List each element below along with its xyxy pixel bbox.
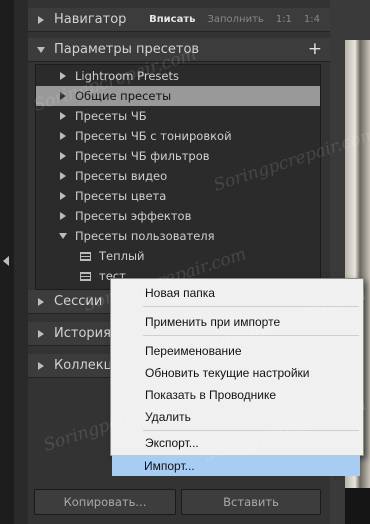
menu-separator xyxy=(143,430,359,431)
preset-folder-item[interactable]: Пресеты эффектов xyxy=(36,206,320,226)
preset-document-icon xyxy=(80,251,91,261)
folder-expand-icon[interactable] xyxy=(60,192,66,200)
copy-button[interactable]: Копировать... xyxy=(34,489,176,515)
folder-expand-icon[interactable] xyxy=(60,132,66,140)
menu-separator xyxy=(143,335,359,336)
navigator-header[interactable]: Навигатор Вписать Заполнить 1:1 1:4 xyxy=(28,8,330,32)
paste-button[interactable]: Вставить xyxy=(181,489,321,515)
nav-option-1-1[interactable]: 1:1 xyxy=(276,14,292,25)
folder-expand-icon[interactable] xyxy=(60,212,66,220)
presets-title: Параметры пресетов xyxy=(54,42,200,57)
presets-header[interactable]: Параметры пресетов + xyxy=(28,38,330,62)
sessions-title: Сессии xyxy=(54,294,103,309)
menu-item-update-settings[interactable]: Обновить текущие настройки xyxy=(113,362,361,383)
expand-triangle-icon xyxy=(38,361,44,370)
menu-item-apply-on-import[interactable]: Применить при импорте xyxy=(113,311,361,332)
preset-folder-label: Пресеты эффектов xyxy=(75,209,192,223)
preset-folder-item[interactable]: Пресеты ЧБ xyxy=(36,106,320,126)
folder-expand-icon[interactable] xyxy=(60,172,66,180)
presets-tree: Lightroom Presets Общие пресеты Пресеты … xyxy=(35,64,321,290)
preset-folder-label: Общие пресеты xyxy=(75,89,172,103)
folder-collapse-icon[interactable] xyxy=(59,233,67,239)
collapse-triangle-icon xyxy=(37,46,45,53)
user-preset-item[interactable]: Теплый xyxy=(36,246,320,266)
preset-folder-label: Пресеты ЧБ с тонировкой xyxy=(75,129,232,143)
context-menu: Новая папка Применить при импорте Переим… xyxy=(110,278,364,456)
history-title: История xyxy=(54,326,111,341)
folder-expand-icon[interactable] xyxy=(60,152,66,160)
folder-expand-icon[interactable] xyxy=(60,112,66,120)
preset-folder-item-expanded[interactable]: Пресеты пользователя xyxy=(36,226,320,246)
menu-item-export[interactable]: Экспорт... xyxy=(113,433,361,453)
photo-preview-bottom xyxy=(345,488,370,524)
menu-item-new-folder[interactable]: Новая папка xyxy=(113,282,361,303)
nav-option-fill[interactable]: Заполнить xyxy=(207,14,263,25)
nav-option-1-4[interactable]: 1:4 xyxy=(304,14,320,25)
preset-folder-label: Пресеты ЧБ фильтров xyxy=(75,149,210,163)
menu-item-import[interactable]: Импорт... xyxy=(112,455,360,476)
preset-folder-item[interactable]: Пресеты ЧБ фильтров xyxy=(36,146,320,166)
preset-folder-label: Lightroom Presets xyxy=(75,69,179,83)
preset-document-icon xyxy=(80,271,91,281)
expand-triangle-icon xyxy=(38,329,44,338)
menu-item-show-in-explorer[interactable]: Показать в Проводнике xyxy=(113,384,361,405)
preset-folder-label: Пресеты видео xyxy=(75,169,168,183)
preset-folder-label: Пресеты цвета xyxy=(75,189,167,203)
preset-folder-item-selected[interactable]: Общие пресеты xyxy=(36,86,320,106)
folder-expand-icon[interactable] xyxy=(60,92,66,100)
preset-folder-item[interactable]: Пресеты цвета xyxy=(36,186,320,206)
collapse-left-panel-icon[interactable] xyxy=(3,256,9,266)
menu-item-delete[interactable]: Удалить xyxy=(113,406,361,427)
expand-triangle-icon xyxy=(38,297,44,306)
menu-item-rename[interactable]: Переименование xyxy=(113,340,361,361)
menu-separator xyxy=(143,306,359,307)
preset-folder-label: Пресеты ЧБ xyxy=(75,109,147,123)
preset-folder-item[interactable]: Lightroom Presets xyxy=(36,66,320,86)
navigator-title: Навигатор xyxy=(54,12,127,27)
preset-folder-label: Пресеты пользователя xyxy=(75,229,215,243)
expand-triangle-icon xyxy=(38,15,44,24)
folder-expand-icon[interactable] xyxy=(60,72,66,80)
nav-option-fit[interactable]: Вписать xyxy=(149,14,195,25)
preset-folder-item[interactable]: Пресеты видео xyxy=(36,166,320,186)
preset-folder-item[interactable]: Пресеты ЧБ с тонировкой xyxy=(36,126,320,146)
user-preset-label: Теплый xyxy=(99,249,145,263)
plus-icon[interactable]: + xyxy=(308,41,322,58)
